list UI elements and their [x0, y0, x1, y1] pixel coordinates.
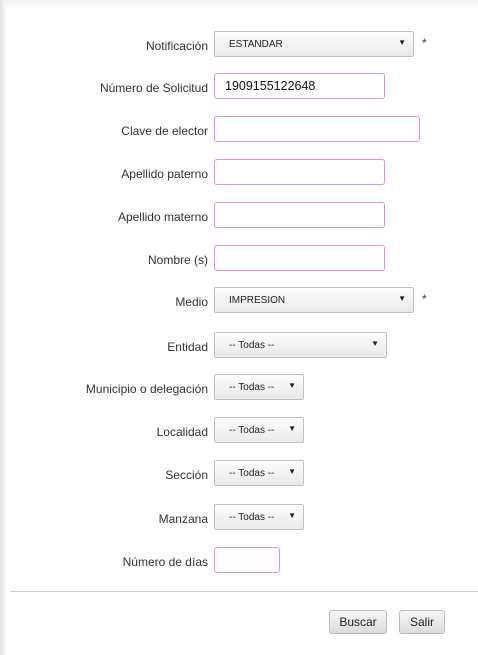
chevron-down-icon: ▼: [288, 467, 296, 476]
search-button[interactable]: Buscar: [329, 610, 387, 634]
locality-select[interactable]: -- Todas -- ▼: [214, 417, 304, 443]
request-number-row: Número de Solicitud 1909155122648: [0, 73, 478, 103]
section-label: Sección: [165, 468, 208, 482]
municipality-select-value: -- Todas --: [229, 382, 275, 393]
chevron-down-icon: ▼: [398, 38, 406, 47]
municipality-label: Municipio o delegación: [85, 382, 208, 396]
chevron-down-icon: ▼: [288, 511, 296, 520]
chevron-down-icon: ▼: [288, 424, 296, 433]
locality-row: Localidad -- Todas -- ▼: [0, 417, 478, 447]
chevron-down-icon: ▼: [398, 294, 406, 303]
paternal-surname-input[interactable]: [214, 159, 385, 185]
maternal-surname-row: Apellido materno: [0, 202, 478, 232]
window-frame-top: [6, 0, 478, 10]
entity-select[interactable]: -- Todas -- ▼: [214, 332, 387, 358]
block-label: Manzana: [158, 512, 208, 526]
request-number-input[interactable]: 1909155122648: [214, 73, 385, 99]
medium-row: Medio IMPRESION ▼ *: [0, 287, 478, 317]
block-row: Manzana -- Todas -- ▼: [0, 504, 478, 534]
paternal-surname-row: Apellido paterno: [0, 159, 478, 189]
maternal-surname-label: Apellido materno: [117, 210, 208, 224]
voter-key-input[interactable]: [214, 116, 420, 142]
first-name-label: Nombre (s): [147, 253, 208, 267]
locality-select-value: -- Todas --: [229, 425, 275, 436]
maternal-surname-input[interactable]: [214, 202, 385, 228]
entity-label: Entidad: [167, 340, 208, 354]
medium-label: Medio: [175, 295, 208, 309]
entity-row: Entidad -- Todas -- ▼: [0, 332, 478, 362]
request-number-label: Número de Solicitud: [99, 81, 208, 95]
section-row: Sección -- Todas -- ▼: [0, 460, 478, 490]
locality-label: Localidad: [156, 425, 208, 439]
voter-key-label: Clave de elector: [121, 124, 208, 138]
first-name-row: Nombre (s): [0, 245, 478, 275]
required-marker: *: [422, 36, 427, 50]
municipality-row: Municipio o delegación -- Todas -- ▼: [0, 374, 478, 404]
footer-divider: [10, 591, 478, 592]
days-input[interactable]: [214, 547, 280, 573]
chevron-down-icon: ▼: [371, 339, 379, 348]
first-name-input[interactable]: [214, 245, 385, 271]
section-select-value: -- Todas --: [229, 468, 275, 479]
days-label: Número de días: [122, 555, 208, 569]
exit-button[interactable]: Salir: [399, 610, 445, 634]
notification-select[interactable]: ESTANDAR ▼: [214, 31, 414, 57]
paternal-surname-label: Apellido paterno: [121, 167, 208, 181]
block-select-value: -- Todas --: [229, 512, 275, 523]
chevron-down-icon: ▼: [288, 381, 296, 390]
notification-label: Notificación: [145, 39, 208, 53]
block-select[interactable]: -- Todas -- ▼: [214, 504, 304, 530]
medium-select[interactable]: IMPRESION ▼: [214, 287, 414, 313]
required-marker: *: [422, 292, 427, 306]
entity-select-value: -- Todas --: [229, 340, 275, 351]
notification-select-value: ESTANDAR: [229, 39, 283, 50]
medium-select-value: IMPRESION: [229, 295, 286, 306]
days-row: Número de días: [0, 547, 478, 577]
section-select[interactable]: -- Todas -- ▼: [214, 460, 304, 486]
voter-key-row: Clave de elector: [0, 116, 478, 146]
notification-row: Notificación ESTANDAR ▼ *: [0, 31, 478, 61]
municipality-select[interactable]: -- Todas -- ▼: [214, 374, 304, 400]
